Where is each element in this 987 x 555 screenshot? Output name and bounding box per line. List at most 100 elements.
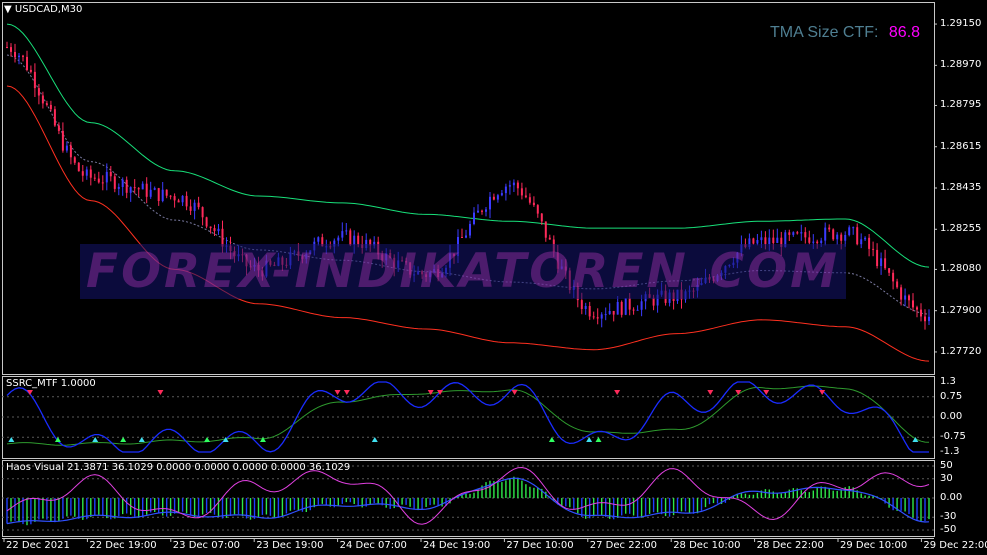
candle-up <box>161 189 164 201</box>
candle-down <box>22 55 24 57</box>
price-tick-label: 1.28970 <box>940 59 982 71</box>
haos-tick-label: 50 <box>940 460 953 471</box>
candle-down <box>209 226 212 229</box>
candle-up <box>756 240 759 244</box>
candle-down <box>920 309 922 317</box>
candle-down <box>772 237 775 243</box>
buy-arrow-icon <box>92 437 99 442</box>
candle-down <box>876 249 879 266</box>
candle-down <box>73 157 76 163</box>
buy-arrow-icon <box>595 437 602 442</box>
candle-down <box>804 232 807 238</box>
candle-down <box>872 248 875 250</box>
price-tick-label: 1.29150 <box>940 18 982 30</box>
sell-arrow-icon <box>157 390 164 395</box>
candle-up <box>904 295 907 300</box>
haos-tick-label: -50 <box>940 524 957 535</box>
ssrc-panel <box>2 381 934 453</box>
candle-down <box>896 281 899 288</box>
candle-up <box>341 231 344 238</box>
tma-bands <box>6 23 930 362</box>
x-tick-label: 29 Dec 10:00 <box>839 540 908 551</box>
candle-down <box>520 188 523 196</box>
candle-up <box>489 196 491 210</box>
candle-up <box>864 237 867 240</box>
candle-down <box>213 228 216 232</box>
candle-down <box>69 145 72 158</box>
candle-up <box>600 314 603 319</box>
candle-down <box>916 307 918 310</box>
ssrc-tick-label: -0.75 <box>940 431 966 443</box>
candle-up <box>640 301 643 310</box>
price-tick-label: 1.28615 <box>940 140 982 152</box>
candle-up <box>848 227 851 236</box>
candle-up <box>512 182 515 186</box>
candle-down <box>189 206 192 211</box>
ssrc-signal-line <box>6 385 930 446</box>
candle-up <box>105 171 108 183</box>
candle-up <box>636 309 639 311</box>
candle-down <box>516 182 519 189</box>
candle-up <box>18 55 20 58</box>
candle-up <box>508 185 511 187</box>
haos-tick-label: 30 <box>940 472 953 484</box>
candle-down <box>528 197 531 203</box>
candle-down <box>532 202 535 206</box>
candle-up <box>485 209 487 212</box>
buy-arrow-icon <box>548 437 555 442</box>
candle-down <box>840 234 843 241</box>
tma-size-label: TMA Size CTF: <box>770 24 879 41</box>
candle-down <box>461 237 463 238</box>
price-tick-label: 1.28255 <box>940 223 982 235</box>
candle-down <box>26 56 28 70</box>
candle-up <box>473 212 475 224</box>
x-tick-label: 28 Dec 22:00 <box>756 540 824 551</box>
candle-up <box>149 189 152 197</box>
x-tick-label: 28 Dec 10:00 <box>673 540 741 551</box>
candle-up <box>792 232 795 235</box>
candle-down <box>185 195 188 207</box>
watermark-text: FOREX-INDIKATOREN.COM <box>80 244 846 299</box>
candle-up <box>129 187 132 193</box>
lower-band-line <box>6 85 930 362</box>
dropdown-triangle-icon[interactable]: ▼ <box>4 4 12 15</box>
candle-down <box>165 189 168 196</box>
candle-up <box>141 183 144 190</box>
candle-down <box>492 196 495 200</box>
candle-down <box>628 298 631 310</box>
candle-up <box>496 195 499 200</box>
candle-down <box>924 316 926 322</box>
candle-up <box>317 237 320 242</box>
sell-arrow-icon <box>614 390 621 395</box>
candle-down <box>29 69 32 72</box>
x-tick-label: 27 Dec 22:00 <box>589 540 658 551</box>
candle-down <box>828 227 831 230</box>
candle-down <box>125 179 128 193</box>
candle-down <box>37 88 40 96</box>
candle-down <box>892 272 895 282</box>
candle-up <box>217 228 220 232</box>
candle-up <box>776 237 779 243</box>
sell-arrow-icon <box>343 390 350 395</box>
candle-down <box>632 309 635 311</box>
candle-down <box>816 241 819 244</box>
candle-down <box>137 188 140 190</box>
candle-down <box>81 171 84 176</box>
candle-down <box>596 317 599 319</box>
haos-tick-label: 0.00 <box>940 492 963 503</box>
candle-up <box>836 234 839 240</box>
candle-down <box>796 232 799 234</box>
buy-arrow-icon <box>8 437 15 442</box>
ssrc-tick-label: -1.3 <box>940 446 960 457</box>
candle-down <box>540 213 543 222</box>
candle-down <box>888 268 891 273</box>
candle-down <box>544 221 547 238</box>
candle-down <box>177 200 180 203</box>
ssrc-title: SSRC_MTF 1.0000 <box>6 378 96 389</box>
candle-down <box>89 169 92 178</box>
candle-down <box>912 300 914 308</box>
buy-arrow-icon <box>586 437 593 442</box>
candle-down <box>856 227 859 245</box>
candle-up <box>500 193 503 196</box>
candle-down <box>592 316 595 318</box>
